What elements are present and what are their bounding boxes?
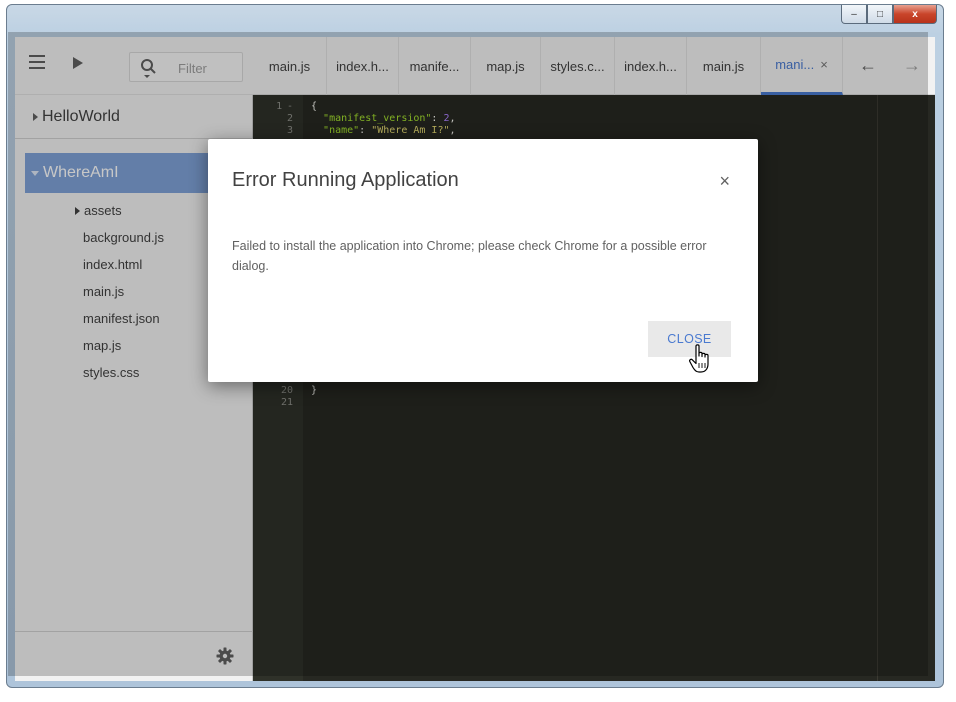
hand-pointer-cursor-icon (689, 344, 709, 373)
minimize-button[interactable]: – (841, 5, 867, 24)
dialog-title: Error Running Application (232, 169, 459, 191)
window-close-button[interactable]: x (893, 5, 937, 24)
dialog-message: Failed to install the application into C… (232, 239, 707, 273)
dialog-close-icon[interactable]: × (719, 171, 730, 192)
error-dialog: Error Running Application × Failed to in… (208, 139, 758, 382)
window-caption-buttons: – □ x (841, 5, 937, 24)
maximize-button[interactable]: □ (867, 5, 893, 24)
